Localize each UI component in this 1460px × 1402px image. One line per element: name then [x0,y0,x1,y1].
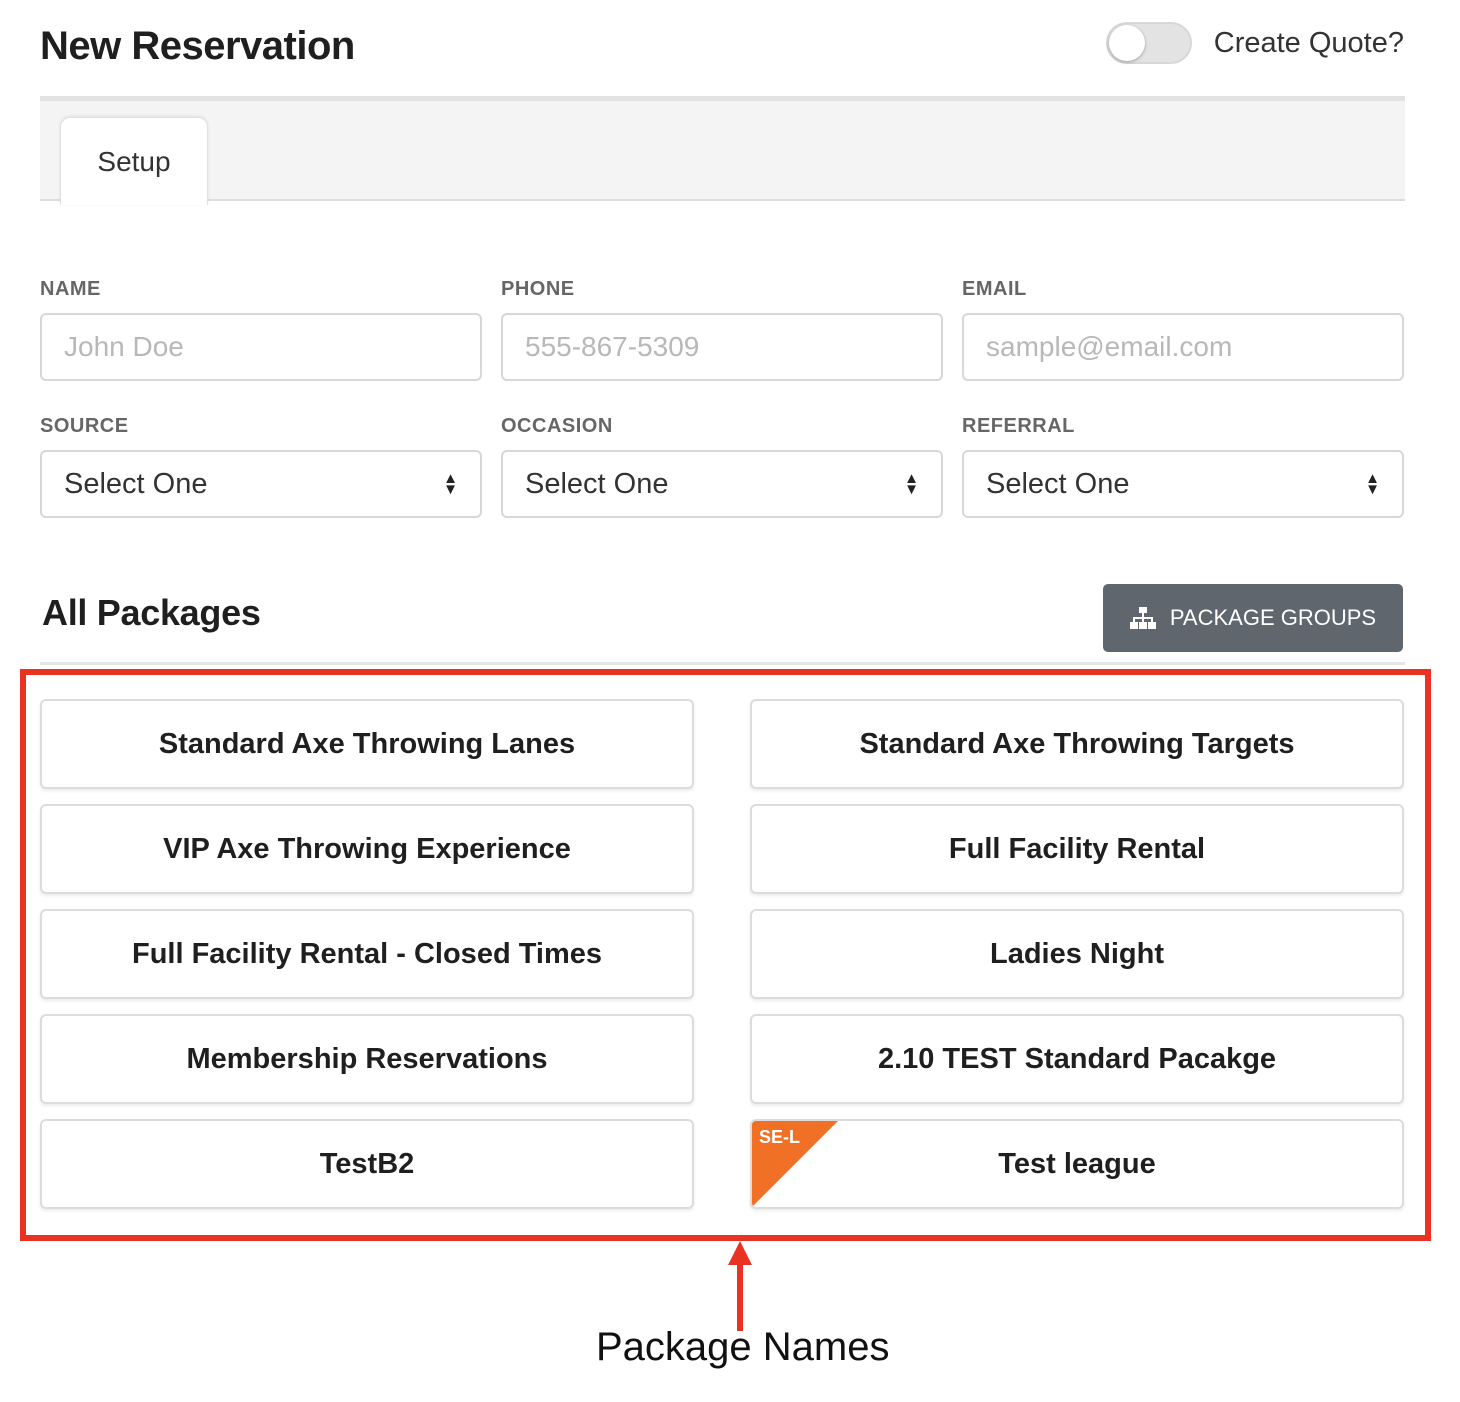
email-input[interactable] [964,315,1402,379]
referral-select-value: Select One [986,467,1130,500]
source-label: SOURCE [40,415,129,437]
phone-field-wrap [501,313,943,381]
email-label: EMAIL [962,278,1027,300]
occasion-label: OCCASION [501,415,613,437]
sort-arrows-icon: ▲ ▼ [904,470,919,498]
phone-input[interactable] [503,315,941,379]
sort-arrows-icon: ▲ ▼ [443,470,458,498]
name-field-wrap [40,313,482,381]
section-divider [40,662,1405,665]
email-field-wrap [962,313,1404,381]
create-quote-control: Create Quote? [1105,22,1404,64]
create-quote-toggle[interactable] [1105,22,1192,64]
referral-select[interactable]: Select One ▲ ▼ [962,450,1404,518]
package-groups-label: PACKAGE GROUPS [1169,605,1377,630]
toggle-knob [1108,25,1145,61]
tab-setup[interactable]: Setup [60,117,208,205]
tab-bar: Setup [40,96,1405,205]
annotation-label: Package Names [596,1325,890,1369]
name-input[interactable] [42,315,480,379]
sitemap-icon [1129,607,1156,629]
referral-label: REFERRAL [962,415,1075,437]
highlight-box [20,669,1431,1241]
packages-section-title: All Packages [42,592,261,633]
package-groups-button[interactable]: PACKAGE GROUPS [1103,584,1403,652]
occasion-select-value: Select One [525,467,669,500]
name-label: NAME [40,278,101,300]
create-quote-label: Create Quote? [1213,26,1404,59]
occasion-select[interactable]: Select One ▲ ▼ [501,450,943,518]
phone-label: PHONE [501,278,575,300]
source-select-value: Select One [64,467,208,500]
arrow-up-icon [728,1241,752,1331]
page-title: New Reservation [40,24,355,68]
sort-arrows-icon: ▲ ▼ [1365,470,1380,498]
source-select[interactable]: Select One ▲ ▼ [40,450,482,518]
